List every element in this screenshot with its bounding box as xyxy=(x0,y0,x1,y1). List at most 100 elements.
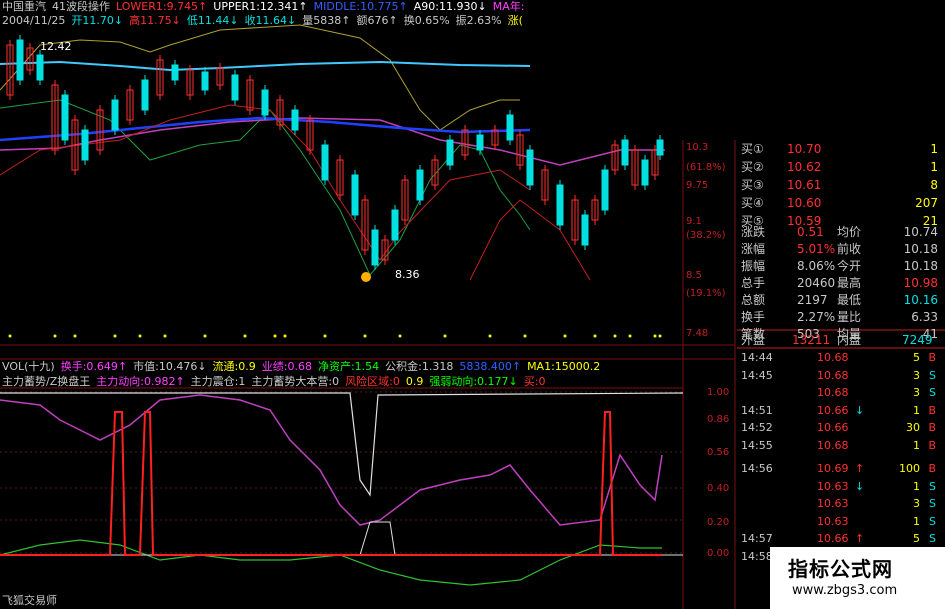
signal-dot xyxy=(138,334,142,338)
stat-row: 涨跌 0.51 均价 10.74 xyxy=(737,223,942,241)
header-field: 涨( xyxy=(507,14,523,27)
header-field: 主力震仓:1 xyxy=(190,375,246,388)
signal-dot xyxy=(283,334,287,338)
trade-time: 14:51 xyxy=(741,403,773,417)
trade-price: 10.68 xyxy=(817,351,849,364)
trade-price: 10.66 xyxy=(817,532,849,545)
bid-price: 10.62 xyxy=(787,160,822,174)
price-axis-label: 9.1 xyxy=(686,216,702,227)
signal-dot xyxy=(163,334,167,338)
price-axis-label: 10.3 xyxy=(686,142,709,153)
candle-body xyxy=(581,214,589,246)
stat-label: 总手 xyxy=(741,276,766,290)
stat-value: 6.33 xyxy=(911,310,938,324)
trade-time: 14:44 xyxy=(741,351,773,364)
price-axis-label: (19.1%) xyxy=(686,288,726,299)
signal-dot xyxy=(113,334,117,338)
header-field: 额676↑ xyxy=(356,14,398,27)
trade-row[interactable]: 14:44 10.68 5 B xyxy=(737,349,942,366)
candle-body xyxy=(141,79,149,111)
bid-label: 买④ xyxy=(741,196,764,210)
header-field: 0.9 xyxy=(405,375,424,388)
price-axis-label: 7.48 xyxy=(686,328,709,339)
header-field: 主力蓄势大本营:0 xyxy=(251,375,340,388)
trade-row[interactable]: 14:57 10.66 ↑ 5 S xyxy=(737,530,942,547)
outer-label: 外盘 xyxy=(741,333,766,347)
trade-time: 14:55 xyxy=(741,438,773,452)
header-field: 开11.70↓ xyxy=(71,14,124,27)
trade-volume: 1 xyxy=(913,403,920,417)
stat-row: 总额 2197 最低 10.16 xyxy=(737,291,942,309)
trade-row[interactable]: 10.68 3 S xyxy=(737,384,942,401)
candle-body xyxy=(506,114,514,141)
candle-body xyxy=(111,99,119,131)
trade-time: 14:52 xyxy=(741,421,773,434)
candle-body xyxy=(291,109,299,131)
header-field: 强弱动向:0.177↓ xyxy=(429,375,518,388)
header-field: 振2.63% xyxy=(455,14,502,27)
bid-volume: 1 xyxy=(930,160,938,174)
candle-body xyxy=(621,139,629,166)
candle-body xyxy=(36,54,44,81)
candle-body xyxy=(556,184,564,226)
signal-dot xyxy=(488,334,492,338)
trade-volume: 5 xyxy=(913,532,920,545)
header-field: 5838.400↑ xyxy=(459,360,522,373)
stat-label: 量比 xyxy=(837,310,862,324)
trade-row[interactable]: 14:52 10.66 30 B xyxy=(737,419,942,436)
trade-row[interactable]: 14:56 10.69 ↑ 100 B xyxy=(737,460,942,477)
stat-value: 10.18 xyxy=(903,242,938,256)
header-field: 41波段操作 xyxy=(52,0,110,13)
signal-dot xyxy=(398,334,402,338)
inner-value: 7249 xyxy=(902,333,933,347)
trade-arrow: ↓ xyxy=(855,403,865,417)
trade-row[interactable]: 14:55 10.68 1 B xyxy=(737,437,942,454)
candle-body xyxy=(231,74,239,101)
trade-side: S xyxy=(929,386,936,399)
candle-body xyxy=(601,169,609,211)
trade-volume: 5 xyxy=(913,351,920,364)
software-name: 飞狐交易师 xyxy=(2,594,57,607)
trade-price: 10.69 xyxy=(817,462,849,475)
trade-volume: 30 xyxy=(906,421,920,434)
trade-row[interactable]: 14:51 10.66 ↓ 1 B xyxy=(737,402,942,419)
header-field: 业绩:0.68 xyxy=(261,360,312,373)
trade-side: B xyxy=(928,438,936,452)
trade-time: 14:56 xyxy=(741,462,773,475)
bid-volume: 8 xyxy=(930,178,938,192)
header-field: 净资产:1.54 xyxy=(317,360,380,373)
stat-value: 10.18 xyxy=(903,259,938,273)
bid-row: 买③ 10.61 8 xyxy=(737,176,942,194)
trade-side: S xyxy=(929,514,936,528)
stat-value: 2197 xyxy=(797,293,828,307)
header-field: 主力蓄势/Z换盘王 xyxy=(2,375,91,388)
signal-dot xyxy=(363,334,367,338)
bid-label: 买③ xyxy=(741,178,764,192)
candle-body xyxy=(61,94,69,141)
header-field: 中国重汽 xyxy=(2,0,46,13)
header-field: A90:11.930↓ xyxy=(413,0,487,13)
trade-side: B xyxy=(928,403,936,417)
trade-row[interactable]: 10.63 ↓ 1 S xyxy=(737,478,942,495)
header-field: LOWER1:9.745↑ xyxy=(116,0,208,13)
indicator-axis-label: 0.20 xyxy=(707,517,730,528)
trade-time: 14:57 xyxy=(741,532,773,545)
header-field: 量5838↑ xyxy=(302,14,351,27)
signal-dot xyxy=(53,334,57,338)
trade-volume: 3 xyxy=(913,368,920,382)
trade-row[interactable]: 10.63 1 S xyxy=(737,513,942,530)
candle-body xyxy=(351,174,359,216)
trade-row[interactable]: 10.63 3 S xyxy=(737,495,942,512)
candle-body xyxy=(446,139,454,166)
bid-row: 买④ 10.60 207 xyxy=(737,194,942,212)
header-field: MIDDLE:10.775↑ xyxy=(313,0,408,13)
stat-value: 8.06% xyxy=(797,259,836,273)
header-field: 市值:10.476↓ xyxy=(133,360,207,373)
header-field: 流通:0.9 xyxy=(212,360,256,373)
trade-row[interactable]: 14:45 10.68 3 S xyxy=(737,367,942,384)
candle-body xyxy=(81,129,89,161)
trade-price: 10.66 xyxy=(817,421,849,434)
header-field: 主力动向:0.982↑ xyxy=(96,375,185,388)
trade-side: S xyxy=(929,368,936,382)
header-field: 低11.44↓ xyxy=(186,14,239,27)
